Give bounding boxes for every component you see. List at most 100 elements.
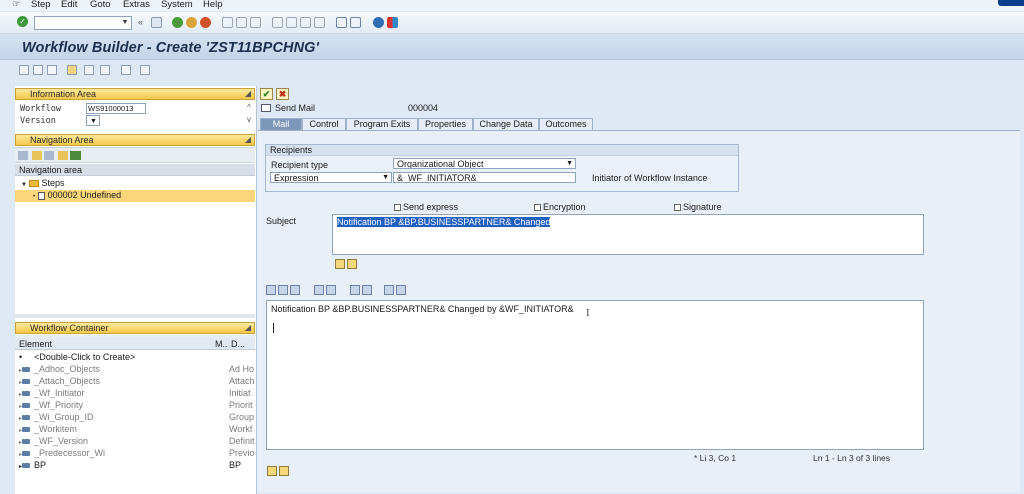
container-row-bp[interactable]: ▸ BP BP: [15, 459, 255, 471]
print-icon[interactable]: [222, 17, 233, 28]
back-icon[interactable]: [172, 17, 183, 28]
import-icon[interactable]: [384, 285, 394, 295]
navigation-toolbar: [15, 147, 255, 163]
copy-icon[interactable]: [278, 285, 288, 295]
checkbox-icon[interactable]: [674, 204, 681, 212]
tree-item-undefined-step[interactable]: • 000002 Undefined: [33, 190, 121, 203]
history-icon[interactable]: «: [138, 17, 143, 27]
menu-step[interactable]: Step: [31, 0, 51, 10]
d-column-header: D...: [231, 339, 246, 349]
version-select[interactable]: ▼: [86, 115, 100, 126]
insert-expression-icon[interactable]: [335, 259, 345, 269]
insert-variable-icon[interactable]: [347, 259, 357, 269]
chevron-down-icon[interactable]: ▼: [566, 159, 573, 168]
checkbox-icon[interactable]: [534, 204, 541, 212]
expand-icon[interactable]: ▼: [21, 182, 27, 188]
scroll-up-icon[interactable]: ^: [244, 103, 254, 112]
encryption-checkbox[interactable]: Encryption: [534, 202, 586, 212]
shortcut-icon[interactable]: [350, 17, 361, 28]
container-row[interactable]: ▸ _WF_Version Definit: [15, 435, 255, 447]
container-row[interactable]: ▸ _Workitem Workf: [15, 423, 255, 435]
first-page-icon[interactable]: [272, 17, 283, 28]
last-page-icon[interactable]: [314, 17, 325, 28]
exit-icon[interactable]: [186, 17, 197, 28]
menu-goto[interactable]: Goto: [90, 0, 111, 10]
container-row[interactable]: ▸ _Wf_Priority Priorit: [15, 399, 255, 411]
expand-icon[interactable]: ◢: [245, 135, 251, 145]
mail-body-editor[interactable]: Notification BP &BP.BUSINESSPARTNER& Cha…: [266, 300, 924, 450]
graphic-icon[interactable]: [70, 151, 81, 160]
navigation-splitter[interactable]: [15, 314, 255, 318]
replace-icon[interactable]: [362, 285, 372, 295]
container-row[interactable]: ▸ _Attach_Objects Attach: [15, 375, 255, 387]
find-icon[interactable]: [236, 17, 247, 28]
tab-outcomes[interactable]: Outcomes: [539, 118, 593, 130]
test-icon[interactable]: [100, 65, 110, 75]
scroll-down-icon[interactable]: v: [244, 115, 254, 124]
navigation-area-header[interactable]: Navigation Area ◢: [15, 134, 255, 146]
chevron-down-icon[interactable]: ▼: [382, 173, 389, 182]
cancel-button[interactable]: ✖: [276, 88, 289, 100]
expression-field[interactable]: &_WF_INITIATOR&: [393, 172, 576, 183]
checkbox-icon[interactable]: [394, 204, 401, 212]
create-icon[interactable]: [33, 65, 43, 75]
container-row[interactable]: ▸ _Wf_Initiator Initiat: [15, 387, 255, 399]
tab-change-data[interactable]: Change Data: [473, 118, 539, 130]
find-icon[interactable]: [350, 285, 360, 295]
previous-page-icon[interactable]: [286, 17, 297, 28]
menu-system[interactable]: System: [161, 0, 193, 10]
menu-extras[interactable]: Extras: [123, 0, 150, 10]
help-icon[interactable]: [373, 17, 384, 28]
insert-expression-icon[interactable]: [267, 466, 277, 476]
information-area-header[interactable]: Information Area ◢: [15, 88, 255, 100]
signature-checkbox[interactable]: Signature: [674, 202, 722, 212]
activate-icon[interactable]: [67, 65, 77, 75]
cancel-icon[interactable]: [200, 17, 211, 28]
display-icon[interactable]: [140, 65, 150, 75]
paste-icon[interactable]: [290, 285, 300, 295]
print-icon[interactable]: [121, 65, 131, 75]
workflow-field[interactable]: WS91000013: [86, 103, 146, 114]
container-row[interactable]: ▸ _Wi_Group_ID Group: [15, 411, 255, 423]
menu-icon[interactable]: ☞: [12, 0, 21, 10]
redo-icon[interactable]: [326, 285, 336, 295]
confirm-button[interactable]: ✔: [260, 88, 273, 100]
recipient-type-select[interactable]: Organizational Object ▼: [393, 158, 576, 169]
tab-mail[interactable]: Mail: [260, 118, 302, 130]
chevron-down-icon[interactable]: ▼: [90, 118, 97, 125]
subject-input[interactable]: Notification BP &BP.BUSINESSPARTNER& Cha…: [332, 214, 924, 255]
check-icon[interactable]: [47, 65, 57, 75]
command-field[interactable]: ▼: [34, 16, 132, 30]
edit-icon[interactable]: [84, 65, 94, 75]
customize-layout-icon[interactable]: [387, 17, 398, 28]
insert-variable-icon[interactable]: [279, 466, 289, 476]
tab-program-exits[interactable]: Program Exits: [346, 118, 418, 130]
forward-arrow-icon[interactable]: [32, 151, 42, 160]
next-arrow-icon[interactable]: [44, 151, 54, 160]
chevron-down-icon[interactable]: ▼: [120, 18, 130, 28]
menu-help[interactable]: Help: [203, 0, 223, 10]
container-row[interactable]: ▸ _Adhoc_Objects Ad Ho: [15, 363, 255, 375]
container-row-create[interactable]: • <Double-Click to Create>: [15, 351, 255, 363]
tab-control[interactable]: Control: [302, 118, 346, 130]
save-icon[interactable]: [151, 17, 162, 28]
expression-type-select[interactable]: Expression ▼: [270, 172, 392, 183]
workflow-container-header[interactable]: Workflow Container ◢: [15, 322, 255, 334]
cut-icon[interactable]: [266, 285, 276, 295]
next-page-icon[interactable]: [300, 17, 311, 28]
back-arrow-icon[interactable]: [18, 151, 28, 160]
new-session-icon[interactable]: [336, 17, 347, 28]
expand-icon[interactable]: ◢: [245, 323, 251, 333]
menu-edit[interactable]: Edit: [61, 0, 77, 10]
container-row[interactable]: ▸ _Predecessor_Wi Previo: [15, 447, 255, 459]
tab-properties[interactable]: Properties: [418, 118, 473, 130]
enter-icon[interactable]: ✓: [17, 16, 28, 27]
exit-button[interactable]: [998, 0, 1024, 6]
undo-icon[interactable]: [314, 285, 324, 295]
send-express-checkbox[interactable]: Send express: [394, 202, 458, 212]
export-icon[interactable]: [396, 285, 406, 295]
expand-icon[interactable]: ◢: [245, 89, 251, 99]
find-next-icon[interactable]: [250, 17, 261, 28]
structure-icon[interactable]: [58, 151, 68, 160]
new-icon[interactable]: [19, 65, 29, 75]
